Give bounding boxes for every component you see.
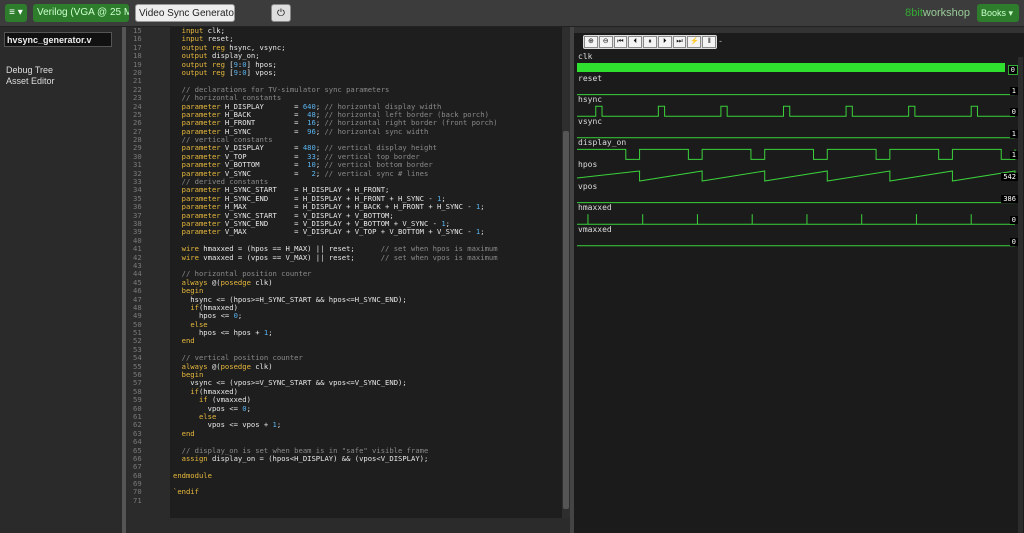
- code-token: end: [181, 428, 195, 438]
- file-tab-hvsync[interactable]: hvsync_generator.v: [4, 32, 112, 47]
- waveform-trace-display-on: [577, 148, 1016, 160]
- code-line[interactable]: parameter V_MAX = V_DISPLAY + V_TOP + V_…: [173, 228, 562, 236]
- code-line[interactable]: `endif: [173, 488, 562, 496]
- signal-name-vmaxxed[interactable]: vmaxxed: [578, 225, 612, 234]
- line-number: 71: [133, 495, 142, 505]
- code-editor[interactable]: input clk; input reset; output reg hsync…: [170, 27, 562, 518]
- editor-hscroll[interactable]: [126, 518, 570, 533]
- signal-value-reset: 1: [1009, 86, 1018, 95]
- code-line[interactable]: wire vmaxxed = (vpos == V_MAX) || reset;…: [173, 252, 562, 262]
- signal-value-vmaxxed: 0: [1009, 237, 1018, 246]
- sidebar: hvsync_generator.v Debug Tree Asset Edit…: [0, 27, 122, 533]
- asset-editor-link[interactable]: Asset Editor: [6, 76, 55, 86]
- reset-button[interactable]: ⏻: [271, 4, 291, 22]
- code-token: ;: [480, 202, 485, 212]
- brand-logo[interactable]: 8bitworkshop: [905, 7, 970, 19]
- code-token: // set when vpos is maximum: [380, 252, 498, 262]
- brand-workshop: workshop: [922, 7, 970, 19]
- code-line[interactable]: always @(posedge clk): [173, 277, 562, 287]
- code-line[interactable]: endmodule: [173, 470, 562, 480]
- code-token: wire: [181, 252, 199, 262]
- preset-label: Video Sync Generator: [139, 8, 235, 19]
- signal-name-hmaxxed[interactable]: hmaxxed: [578, 203, 612, 212]
- waveform-scrollbar[interactable]: [1018, 57, 1023, 533]
- code-token: [: [224, 67, 234, 77]
- code-token: clk): [250, 277, 273, 287]
- code-token: ;: [268, 328, 273, 338]
- code-token: @(: [207, 361, 221, 371]
- code-line[interactable]: vpos <= vpos + 1;: [173, 421, 562, 429]
- signal-name-clk[interactable]: clk: [578, 52, 592, 61]
- code-token: // vertical sync # lines: [324, 168, 429, 178]
- code-token: end: [181, 336, 195, 346]
- code-token: 96: [307, 126, 316, 136]
- signal-value-vpos: 386: [1001, 194, 1018, 203]
- code-token: posedge: [220, 277, 251, 287]
- code-token: vmaxxed = (vpos == V_MAX) || reset;: [198, 252, 381, 262]
- waveform-canvas[interactable]: [574, 27, 1018, 533]
- code-token: display_on = (hpos<H_DISPLAY) && (vpos<V…: [207, 453, 429, 463]
- signal-name-vpos[interactable]: vpos: [578, 182, 597, 191]
- waveform-trace-hsync: [577, 105, 1015, 117]
- code-token: endmodule: [173, 470, 212, 480]
- brand-8bit: 8bit: [905, 7, 923, 19]
- waveform-trace-hpos: [576, 170, 1016, 182]
- signal-value-hsync: 0: [1009, 108, 1018, 117]
- code-token: ;: [276, 420, 282, 430]
- code-line[interactable]: assign display_on = (hpos<H_DISPLAY) && …: [173, 453, 562, 463]
- code-token: parameter: [181, 227, 221, 237]
- code-line[interactable]: end: [173, 337, 562, 345]
- code-token: posedge: [220, 361, 251, 371]
- platform-select[interactable]: Verilog (VGA @ 25 Mhz) ▾: [33, 4, 129, 22]
- code-token: ;: [237, 311, 243, 321]
- code-line[interactable]: vpos <= 0;: [173, 403, 562, 413]
- platform-label: Verilog (VGA @ 25 Mhz): [37, 7, 129, 18]
- signal-name-hsync[interactable]: hsync: [578, 95, 602, 104]
- code-line[interactable]: [173, 497, 562, 505]
- signal-name-display-on[interactable]: display_on: [578, 138, 626, 147]
- code-token: ;: [246, 403, 251, 413]
- preset-select[interactable]: Video Sync Generator ⬍: [135, 4, 235, 22]
- code-token: ] vpos;: [246, 67, 277, 77]
- signal-name-reset[interactable]: reset: [578, 74, 602, 83]
- code-token: clk): [250, 361, 273, 371]
- code-token: ;: [480, 227, 485, 237]
- code-line[interactable]: hpos <= hpos + 1;: [173, 328, 562, 338]
- signal-name-vsync[interactable]: vsync: [578, 117, 602, 126]
- signal-value-display-on: 1: [1009, 151, 1018, 160]
- main-menu-button[interactable]: ≡ ▾: [5, 4, 27, 22]
- line-numbers: 15 16 17 18 19 20 21 22 23 24 25 26 27 28 29 30 31 32 33 34…: [126, 26, 170, 518]
- code-line[interactable]: hpos <= 0;: [173, 312, 562, 320]
- code-token: @(: [207, 277, 221, 287]
- top-toolbar: ≡ ▾ Verilog (VGA @ 25 Mhz) ▾ Video Sync …: [0, 0, 1024, 27]
- signal-value-clk: 0: [1007, 65, 1018, 75]
- code-line[interactable]: end: [173, 428, 562, 438]
- code-token: `endif: [173, 487, 199, 497]
- waveform-trace-clk: [577, 63, 1005, 72]
- code-line[interactable]: output reg [9:0] vpos;: [173, 67, 562, 77]
- code-line[interactable]: always @(posedge clk): [173, 361, 562, 371]
- waveform-panel: ⊕ ⊖ ⏮ ⏴ ⏸ ⏵ ⏭ ⚡ ⦀ - clk 0 reset 1 hsync 0 vsync 1 displa…: [574, 27, 1024, 533]
- code-line[interactable]: [173, 480, 562, 488]
- debug-tree-link[interactable]: Debug Tree: [6, 65, 53, 75]
- signal-value-hpos: 542: [1001, 173, 1018, 181]
- books-button[interactable]: Books ▾: [977, 4, 1019, 22]
- signal-value-hmaxxed: 0: [1009, 216, 1018, 225]
- waveform-trace-hmaxxed: [577, 214, 1015, 225]
- code-line[interactable]: [173, 463, 562, 471]
- editor-scrollbar-thumb[interactable]: [563, 131, 569, 509]
- code-token: V_MAX = V_DISPLAY + V_TOP + V_BOTTOM + V…: [220, 227, 476, 237]
- code-token: output reg: [181, 67, 225, 77]
- code-token: // horizontal sync width: [324, 126, 429, 136]
- power-icon: ⏻: [277, 8, 285, 19]
- signal-name-hpos[interactable]: hpos: [578, 160, 597, 169]
- signal-value-vsync: 1: [1009, 129, 1018, 138]
- code-token: assign: [181, 453, 208, 463]
